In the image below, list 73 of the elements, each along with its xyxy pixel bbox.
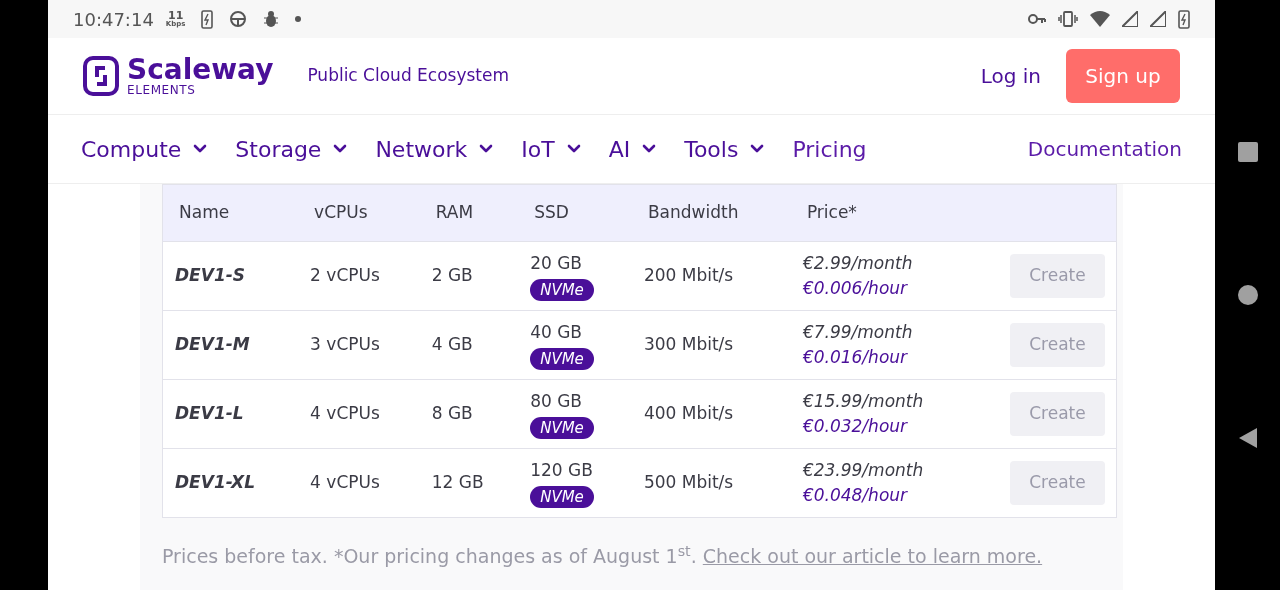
instance-name: DEV1-L <box>162 379 299 449</box>
column-header: RAM <box>419 184 519 242</box>
instance-name: DEV1-S <box>162 241 299 311</box>
table-cell: 4 GB <box>419 310 519 380</box>
logo-icon <box>83 56 119 96</box>
nav-menu-item[interactable]: Tools <box>684 132 765 166</box>
column-header: Price* <box>790 184 979 242</box>
logo-wordmark: Scaleway <box>127 56 274 84</box>
hourly-price: €0.032/hour <box>802 415 909 438</box>
network-speed-value: 11 <box>168 10 184 21</box>
table-cell: 400 Mbit/s <box>631 379 791 449</box>
ssd-type-tag: NVMe <box>530 416 594 439</box>
notification-dot-icon <box>295 16 302 22</box>
monthly-price: €23.99/month <box>802 458 925 482</box>
ssd-type-tag: NVMe <box>530 485 594 508</box>
column-header: SSD <box>518 184 632 242</box>
monthly-price: €15.99/month <box>802 389 925 413</box>
column-header: Name <box>162 184 299 242</box>
back-button-icon[interactable] <box>1238 428 1257 449</box>
table-cell: 8 GB <box>419 379 519 449</box>
chevron-down-icon <box>566 144 581 154</box>
steering-wheel-icon <box>229 10 248 28</box>
ssd-size: 80 GB <box>530 390 583 414</box>
table-cell: 3 vCPUs <box>298 310 420 380</box>
table-cell: 2 GB <box>419 241 519 311</box>
status-time: 10:47:14 <box>73 7 154 32</box>
header-tagline: Public Cloud Ecosystem <box>307 64 510 88</box>
pricing-footnote: Prices before tax. *Our pricing changes as of August 1$^{st}$. Check out our article to learn more. <box>162 542 1044 569</box>
battery-charging-icon <box>1178 9 1190 29</box>
nav-menu-item[interactable]: Network <box>375 132 494 166</box>
nav-link[interactable]: Pricing <box>792 132 867 166</box>
monthly-price: €2.99/month <box>802 251 914 275</box>
chevron-down-icon <box>750 144 765 154</box>
recents-button-icon[interactable] <box>1237 141 1258 162</box>
chevron-down-icon <box>642 144 657 154</box>
instance-name: DEV1-XL <box>162 448 299 518</box>
monthly-price: €7.99/month <box>802 320 914 344</box>
signal-icon <box>1122 11 1138 27</box>
ssd-type-tag: NVMe <box>530 278 594 301</box>
nav-menu-item[interactable]: AI <box>608 132 657 166</box>
table-cell: 4 vCPUs <box>298 379 420 449</box>
signal-icon <box>1150 11 1166 27</box>
table-cell: 2 vCPUs <box>298 241 420 311</box>
table-cell: 500 Mbit/s <box>631 448 791 518</box>
chevron-down-icon <box>193 144 208 154</box>
ssd-size: 20 GB <box>530 252 583 276</box>
home-button-icon[interactable] <box>1237 285 1258 305</box>
vibrate-icon <box>1058 11 1078 27</box>
nav-menu-item[interactable]: IoT <box>521 132 581 166</box>
battery-charging-icon <box>201 9 214 29</box>
ssd-size: 40 GB <box>530 321 583 345</box>
table-cell: 12 GB <box>419 448 519 518</box>
chevron-down-icon <box>479 144 494 154</box>
nav-menu-item[interactable]: Compute <box>81 132 208 166</box>
instance-name: DEV1-M <box>162 310 299 380</box>
ssd-size: 120 GB <box>530 459 593 483</box>
logo-subtitle: ELEMENTS <box>127 84 196 96</box>
chevron-down-icon <box>333 144 348 154</box>
wifi-icon <box>1090 11 1110 27</box>
documentation-link[interactable]: Documentation <box>1027 134 1182 164</box>
table-cell: 300 Mbit/s <box>631 310 791 380</box>
ssd-type-tag: NVMe <box>530 347 594 370</box>
bug-icon <box>263 10 280 28</box>
nav-menu-item[interactable]: Storage <box>235 132 348 166</box>
column-header: Bandwidth <box>631 184 791 242</box>
login-link[interactable]: Log in <box>980 61 1041 91</box>
table-cell: 4 vCPUs <box>298 448 420 518</box>
hourly-price: €0.006/hour <box>802 277 909 300</box>
table-cell: 200 Mbit/s <box>631 241 791 311</box>
hourly-price: €0.048/hour <box>802 484 909 507</box>
key-icon <box>1028 13 1046 25</box>
column-header: vCPUs <box>298 184 420 242</box>
hourly-price: €0.016/hour <box>802 346 909 369</box>
